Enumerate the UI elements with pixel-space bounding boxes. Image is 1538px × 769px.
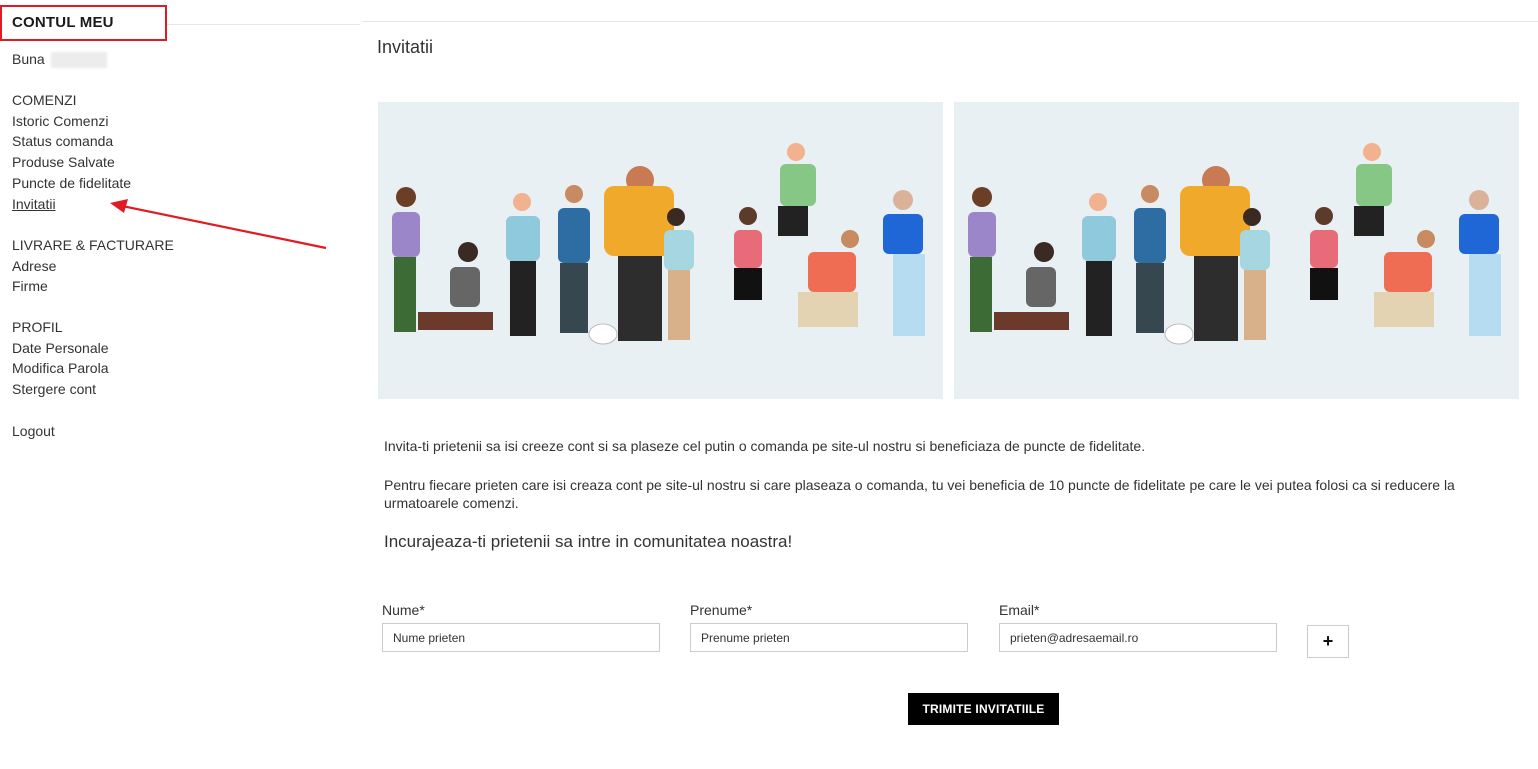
sidebar-item-companies[interactable]: Firme	[12, 276, 174, 297]
prenume-input[interactable]	[690, 623, 968, 652]
account-sidebar: CONTUL MEU Buna COMENZI Istoric Comenzi …	[0, 0, 360, 769]
greeting: Buna	[12, 51, 107, 69]
sidebar-item-change-password[interactable]: Modifica Parola	[12, 358, 109, 379]
nume-field: Nume*	[382, 602, 660, 652]
email-input[interactable]	[999, 623, 1277, 652]
sidebar-item-addresses[interactable]: Adrese	[12, 256, 174, 277]
sidebar-title: CONTUL MEU	[12, 14, 114, 31]
prenume-label: Prenume*	[690, 602, 753, 618]
invite-banner-image-left	[378, 102, 943, 399]
sidebar-item-saved-products[interactable]: Produse Salvate	[12, 152, 131, 173]
sidebar-item-order-history[interactable]: Istoric Comenzi	[12, 111, 131, 132]
nume-input[interactable]	[382, 623, 660, 652]
sidebar-item-loyalty-points[interactable]: Puncte de fidelitate	[12, 173, 131, 194]
redacted-username	[50, 52, 107, 69]
invite-banner-image-right	[954, 102, 1519, 399]
people-illustration	[392, 143, 925, 345]
email-label: Email*	[999, 602, 1040, 618]
greeting-text: Buna	[12, 51, 45, 67]
people-illustration	[968, 143, 1501, 345]
add-friend-button[interactable]: +	[1307, 625, 1349, 658]
main-divider	[362, 21, 1538, 22]
email-field: Email*	[999, 602, 1277, 652]
send-invitations-button[interactable]: TRIMITE INVITATIILE	[908, 693, 1059, 725]
nav-group-logout: Logout	[12, 421, 55, 442]
logout-link[interactable]: Logout	[12, 421, 55, 442]
details-text: Pentru fiecare prieten care isi creaza c…	[384, 477, 1455, 511]
page-title: Invitatii	[377, 37, 434, 57]
nav-heading-orders: COMENZI	[12, 92, 77, 108]
sidebar-divider	[167, 24, 360, 25]
sidebar-item-personal-data[interactable]: Date Personale	[12, 338, 109, 359]
nav-group-profile: PROFIL Date Personale Modifica Parola St…	[12, 317, 109, 400]
sidebar-item-delete-account[interactable]: Stergere cont	[12, 379, 109, 400]
intro-text: Invita-ti prietenii sa isi creeze cont s…	[384, 438, 1146, 454]
nav-heading-profile: PROFIL	[12, 319, 63, 335]
annotation-arrow	[110, 199, 327, 250]
sidebar-item-order-status[interactable]: Status comanda	[12, 131, 131, 152]
encourage-text: Incurajeaza-ti prietenii sa intre in com…	[384, 532, 793, 551]
prenume-field: Prenume*	[690, 602, 968, 652]
nume-label: Nume*	[382, 602, 425, 618]
